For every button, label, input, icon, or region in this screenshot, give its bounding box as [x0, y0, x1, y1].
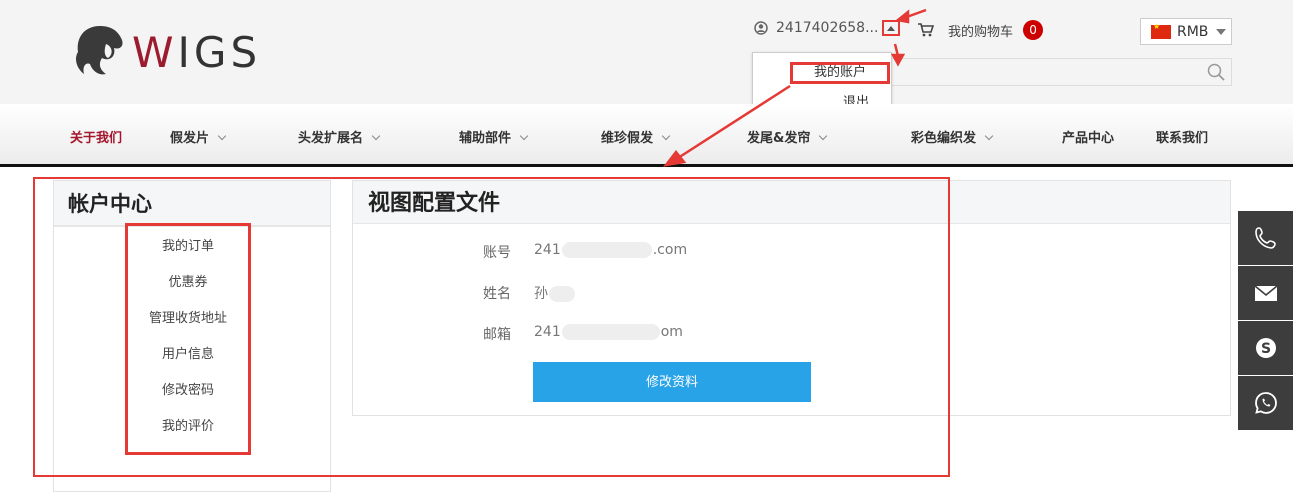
contact-whatsapp[interactable] — [1238, 376, 1293, 430]
phone-icon — [1254, 227, 1276, 249]
whatsapp-icon — [1254, 392, 1277, 414]
page: WIGS 2417402658... 我的购物车 0 RMB — [0, 0, 1293, 492]
contact-phone[interactable] — [1238, 211, 1293, 265]
contact-skype[interactable]: S — [1238, 321, 1293, 375]
contact-email[interactable] — [1238, 266, 1293, 320]
mail-icon — [1253, 285, 1278, 301]
svg-text:S: S — [1260, 341, 1270, 357]
skype-icon: S — [1255, 338, 1276, 358]
annotation-arrows — [663, 8, 927, 167]
